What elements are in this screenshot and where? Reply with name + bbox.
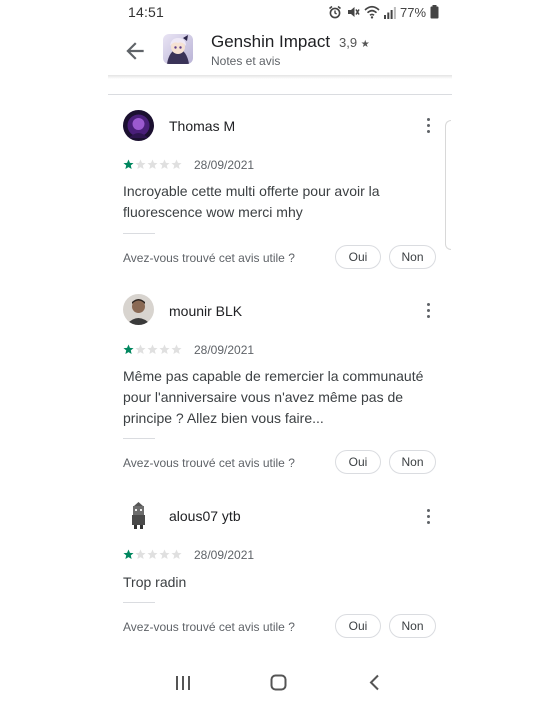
helpful-yes-button[interactable]: Oui — [335, 245, 381, 269]
system-nav-bar — [0, 660, 559, 705]
more-vert-icon — [426, 117, 430, 121]
review-text: Trop radin — [123, 574, 187, 590]
helpful-question: Avez-vous trouvé cet avis utile ? — [123, 620, 295, 634]
more-vert-icon — [426, 302, 430, 306]
battery-percent: 77% — [400, 4, 427, 20]
review-stars — [123, 548, 182, 560]
status-icons: 77% — [328, 3, 439, 21]
helpful-question: Avez-vous trouvé cet avis utile ? — [123, 456, 295, 470]
review-date: 28/09/2021 — [194, 343, 255, 357]
star-icon: ★ — [360, 39, 370, 50]
review-stars — [123, 158, 182, 170]
star-empty-icon — [147, 549, 158, 559]
header-shadow — [108, 75, 452, 79]
helpful-yes-button[interactable]: Oui — [335, 614, 381, 638]
star-empty-icon — [135, 159, 146, 169]
helpful-no-button[interactable]: Non — [389, 450, 436, 474]
app-rating-value: 3,9 — [339, 35, 358, 50]
review-separator — [123, 233, 155, 234]
review-text: Incroyable cette multi offerte pour avoi… — [123, 183, 380, 220]
back-button[interactable] — [122, 38, 148, 64]
scroll-indicator — [445, 120, 451, 250]
divider — [108, 94, 452, 95]
star-empty-icon — [159, 549, 170, 559]
review-stars — [123, 343, 182, 355]
star-empty-icon — [159, 344, 170, 354]
review-text: Même pas capable de remercier la communa… — [123, 368, 424, 426]
more-vert-icon — [426, 508, 430, 512]
app-rating: 3,9 ★ — [339, 35, 370, 50]
helpful-no-button[interactable]: Non — [389, 245, 436, 269]
wifi-icon — [364, 5, 380, 19]
alarm-icon — [329, 5, 341, 19]
star-empty-icon — [147, 159, 158, 169]
star-filled-icon — [123, 159, 134, 169]
battery-icon — [430, 5, 439, 19]
arrow-left-icon — [126, 42, 144, 60]
review-separator — [123, 602, 155, 603]
review-menu-button[interactable] — [419, 299, 437, 321]
helpful-no-button[interactable]: Non — [389, 614, 436, 638]
star-empty-icon — [159, 159, 170, 169]
review-menu-button[interactable] — [419, 114, 437, 136]
star-empty-icon — [171, 159, 182, 169]
avatar — [123, 294, 154, 325]
mute-icon — [348, 7, 360, 17]
star-filled-icon — [123, 549, 134, 559]
home-icon[interactable] — [270, 674, 287, 691]
review-author: mounir BLK — [169, 303, 243, 319]
star-empty-icon — [171, 549, 182, 559]
star-empty-icon — [135, 549, 146, 559]
review-date: 28/09/2021 — [194, 158, 255, 172]
review-menu-button[interactable] — [419, 505, 437, 527]
avatar — [123, 500, 154, 531]
star-empty-icon — [135, 344, 146, 354]
status-time: 14:51 — [128, 4, 165, 20]
helpful-yes-button[interactable]: Oui — [335, 450, 381, 474]
status-bar: 14:51 77% — [0, 0, 559, 24]
back-icon[interactable] — [368, 674, 382, 691]
genshin-app-icon — [163, 34, 193, 64]
review-date: 28/09/2021 — [194, 548, 255, 562]
review-author: Thomas M — [169, 118, 236, 134]
app-subtitle: Notes et avis — [211, 54, 281, 68]
recent-apps-icon[interactable] — [175, 675, 191, 691]
star-filled-icon — [123, 344, 134, 354]
avatar — [123, 110, 154, 141]
star-empty-icon — [171, 344, 182, 354]
signal-icon — [384, 6, 396, 19]
helpful-question: Avez-vous trouvé cet avis utile ? — [123, 251, 295, 265]
app-header: Genshin Impact 3,9 ★ Notes et avis — [108, 26, 452, 78]
app-title: Genshin Impact — [211, 32, 331, 51]
review-separator — [123, 438, 155, 439]
star-empty-icon — [147, 344, 158, 354]
review-author: alous07 ytb — [169, 508, 241, 524]
